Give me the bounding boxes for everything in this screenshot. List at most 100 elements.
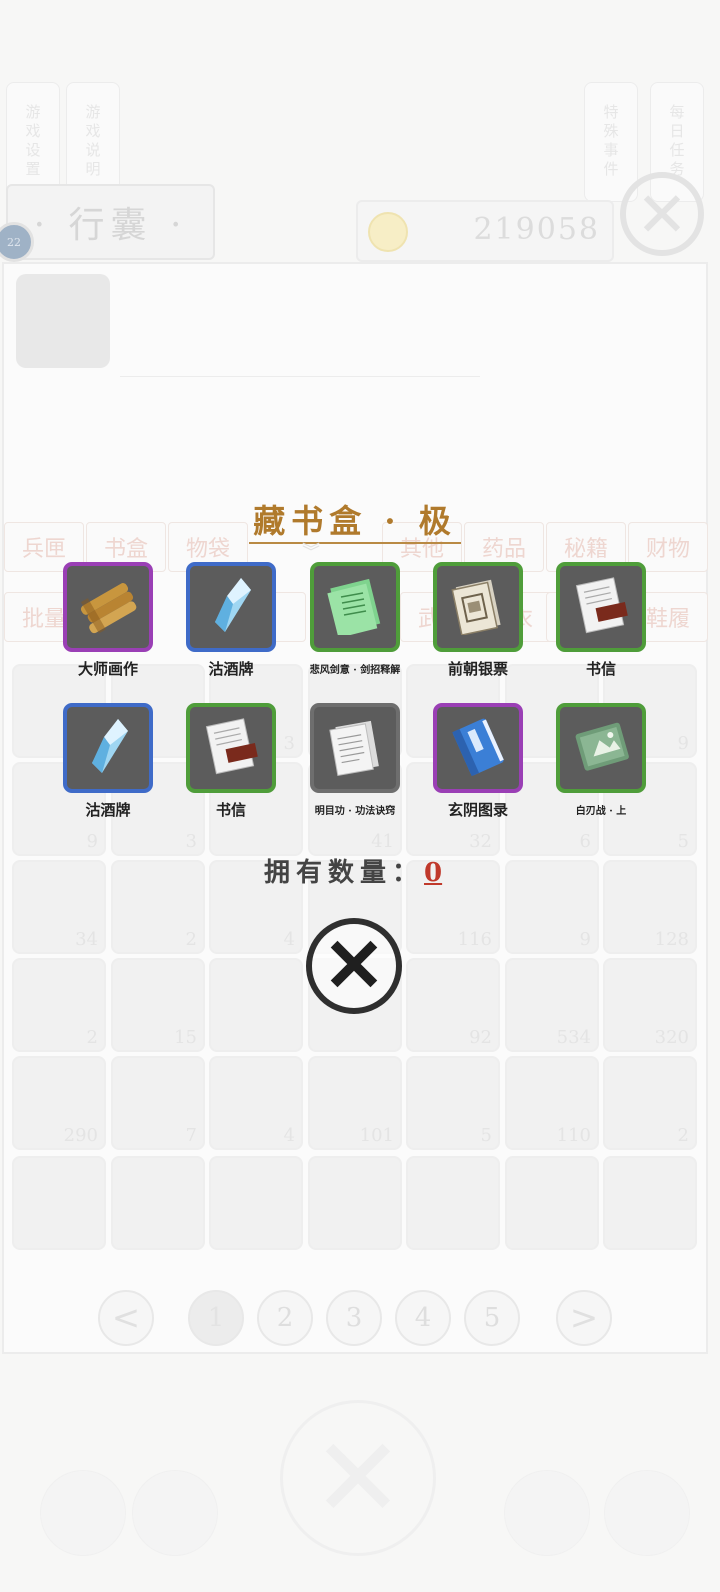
reward-name: 前朝银票	[447, 660, 508, 678]
reward-icon-frame	[63, 703, 153, 793]
inventory-slot[interactable]: 101	[308, 1056, 402, 1150]
reward-item[interactable]: 沽酒牌	[43, 703, 173, 820]
reward-name: 书信	[215, 801, 246, 819]
item-count: 2	[86, 1027, 98, 1048]
popup-title: 藏书盒 · 极	[0, 496, 710, 544]
inventory-slot[interactable]: 7	[111, 1056, 205, 1150]
green-book-icon	[569, 716, 633, 780]
inventory-slot[interactable]	[406, 1156, 500, 1250]
inventory-slot[interactable]: 2	[603, 1056, 697, 1150]
popup-close-button[interactable]: ✕	[306, 918, 402, 1014]
reward-item[interactable]: 沽酒牌	[166, 562, 296, 679]
item-count: 4	[283, 1125, 295, 1146]
item-count: 2	[677, 1125, 689, 1146]
inventory-slot[interactable]	[111, 1156, 205, 1250]
reward-name: 玄阴图录	[447, 801, 508, 819]
inventory-slot[interactable]: 92	[406, 958, 500, 1052]
inventory-slot[interactable]: 9	[505, 860, 599, 954]
reward-icon-frame	[186, 562, 276, 652]
item-count: 290	[63, 1125, 98, 1146]
coin-icon	[368, 212, 408, 252]
inventory-slot[interactable]	[209, 958, 303, 1052]
bottom-nav-icon[interactable]	[40, 1470, 126, 1556]
reward-name: 书信	[585, 660, 616, 678]
reward-icon-frame	[186, 703, 276, 793]
scroll-bundle-icon	[76, 575, 140, 639]
reward-item[interactable]: 玄阴图录	[413, 703, 543, 820]
item-count: 320	[654, 1027, 689, 1048]
inventory-slot[interactable]: 34	[12, 860, 106, 954]
inventory-slot[interactable]: 2	[111, 860, 205, 954]
item-count: 116	[457, 929, 492, 950]
paper-manual-icon	[323, 716, 387, 780]
inventory-slot[interactable]: 290	[12, 1056, 106, 1150]
item-count: 9	[677, 733, 689, 754]
inventory-slot[interactable]: 110	[505, 1056, 599, 1150]
inventory-slot[interactable]	[12, 1156, 106, 1250]
item-count: 110	[556, 1125, 591, 1146]
owned-count: 拥有数量：0	[264, 858, 443, 888]
item-count: 3	[185, 831, 197, 852]
inventory-slot[interactable]: 128	[603, 860, 697, 954]
item-count: 9	[579, 929, 591, 950]
item-count: 5	[480, 1125, 492, 1146]
reward-icon-frame	[310, 703, 400, 793]
reward-item[interactable]: 明目功 · 功法诀窍	[290, 703, 420, 817]
bag-title: · 行囊 ·	[6, 184, 215, 260]
item-count: 5	[677, 831, 689, 852]
reward-icon-frame	[556, 562, 646, 652]
item-count: 41	[371, 831, 394, 852]
inventory-slot[interactable]	[505, 1156, 599, 1250]
reward-item[interactable]: 书信	[166, 703, 296, 820]
inventory-slot[interactable]: 534	[505, 958, 599, 1052]
reward-item[interactable]: 书信	[536, 562, 666, 679]
reward-icon-frame	[433, 562, 523, 652]
page-3[interactable]: 3	[326, 1290, 382, 1346]
reward-icon-frame	[310, 562, 400, 652]
page-5[interactable]: 5	[464, 1290, 520, 1346]
inventory-slot[interactable]: 5	[406, 1056, 500, 1150]
bottom-close-deco-icon: ✕	[280, 1400, 436, 1556]
item-count: 4	[283, 929, 295, 950]
page-2[interactable]: 2	[257, 1290, 313, 1346]
page-1[interactable]: 1	[188, 1290, 244, 1346]
bottom-nav-icon[interactable]	[504, 1470, 590, 1556]
inventory-slot[interactable]: 320	[603, 958, 697, 1052]
crystal-token-icon	[78, 715, 138, 781]
tab-special-events[interactable]: 特殊事件	[584, 82, 638, 202]
selected-item-icon	[16, 274, 110, 368]
page-4[interactable]: 4	[395, 1290, 451, 1346]
reward-icon-frame	[433, 703, 523, 793]
letter-icon	[199, 716, 263, 780]
bottom-nav-icon[interactable]	[604, 1470, 690, 1556]
reward-item[interactable]: 大师画作	[43, 562, 173, 679]
reward-name: 大师画作	[77, 660, 138, 678]
reward-item[interactable]: 悲风剑意 · 剑招释解	[290, 562, 420, 676]
reward-name: 白刃战 · 上	[575, 806, 627, 817]
reward-name: 明目功 · 功法诀窍	[314, 806, 396, 817]
prev-page-button[interactable]: <	[98, 1290, 154, 1346]
item-count: 2	[185, 929, 197, 950]
green-manual-icon	[323, 575, 387, 639]
item-count: 15	[174, 1027, 197, 1048]
bottom-nav-icon[interactable]	[132, 1470, 218, 1556]
item-count: 128	[654, 929, 689, 950]
inventory-slot[interactable]	[209, 1156, 303, 1250]
next-page-button[interactable]: >	[556, 1290, 612, 1346]
inventory-slot[interactable]: 4	[209, 1056, 303, 1150]
letter-icon	[569, 575, 633, 639]
close-bag-button[interactable]: ✕	[620, 172, 704, 256]
banknote-icon	[446, 575, 510, 639]
inventory-slot[interactable]: 2	[12, 958, 106, 1052]
item-count: 92	[469, 1027, 492, 1048]
item-count: 7	[185, 1125, 197, 1146]
reward-item[interactable]: 前朝银票	[413, 562, 543, 679]
inventory-slot[interactable]	[308, 1156, 402, 1250]
currency-value: 219058	[473, 212, 600, 247]
reward-name: 悲风剑意 · 剑招释解	[309, 665, 401, 676]
inventory-slot[interactable]	[603, 1156, 697, 1250]
reward-name: 沽酒牌	[85, 801, 131, 819]
inventory-slot[interactable]: 15	[111, 958, 205, 1052]
reward-icon-frame	[63, 562, 153, 652]
reward-item[interactable]: 白刃战 · 上	[536, 703, 666, 817]
